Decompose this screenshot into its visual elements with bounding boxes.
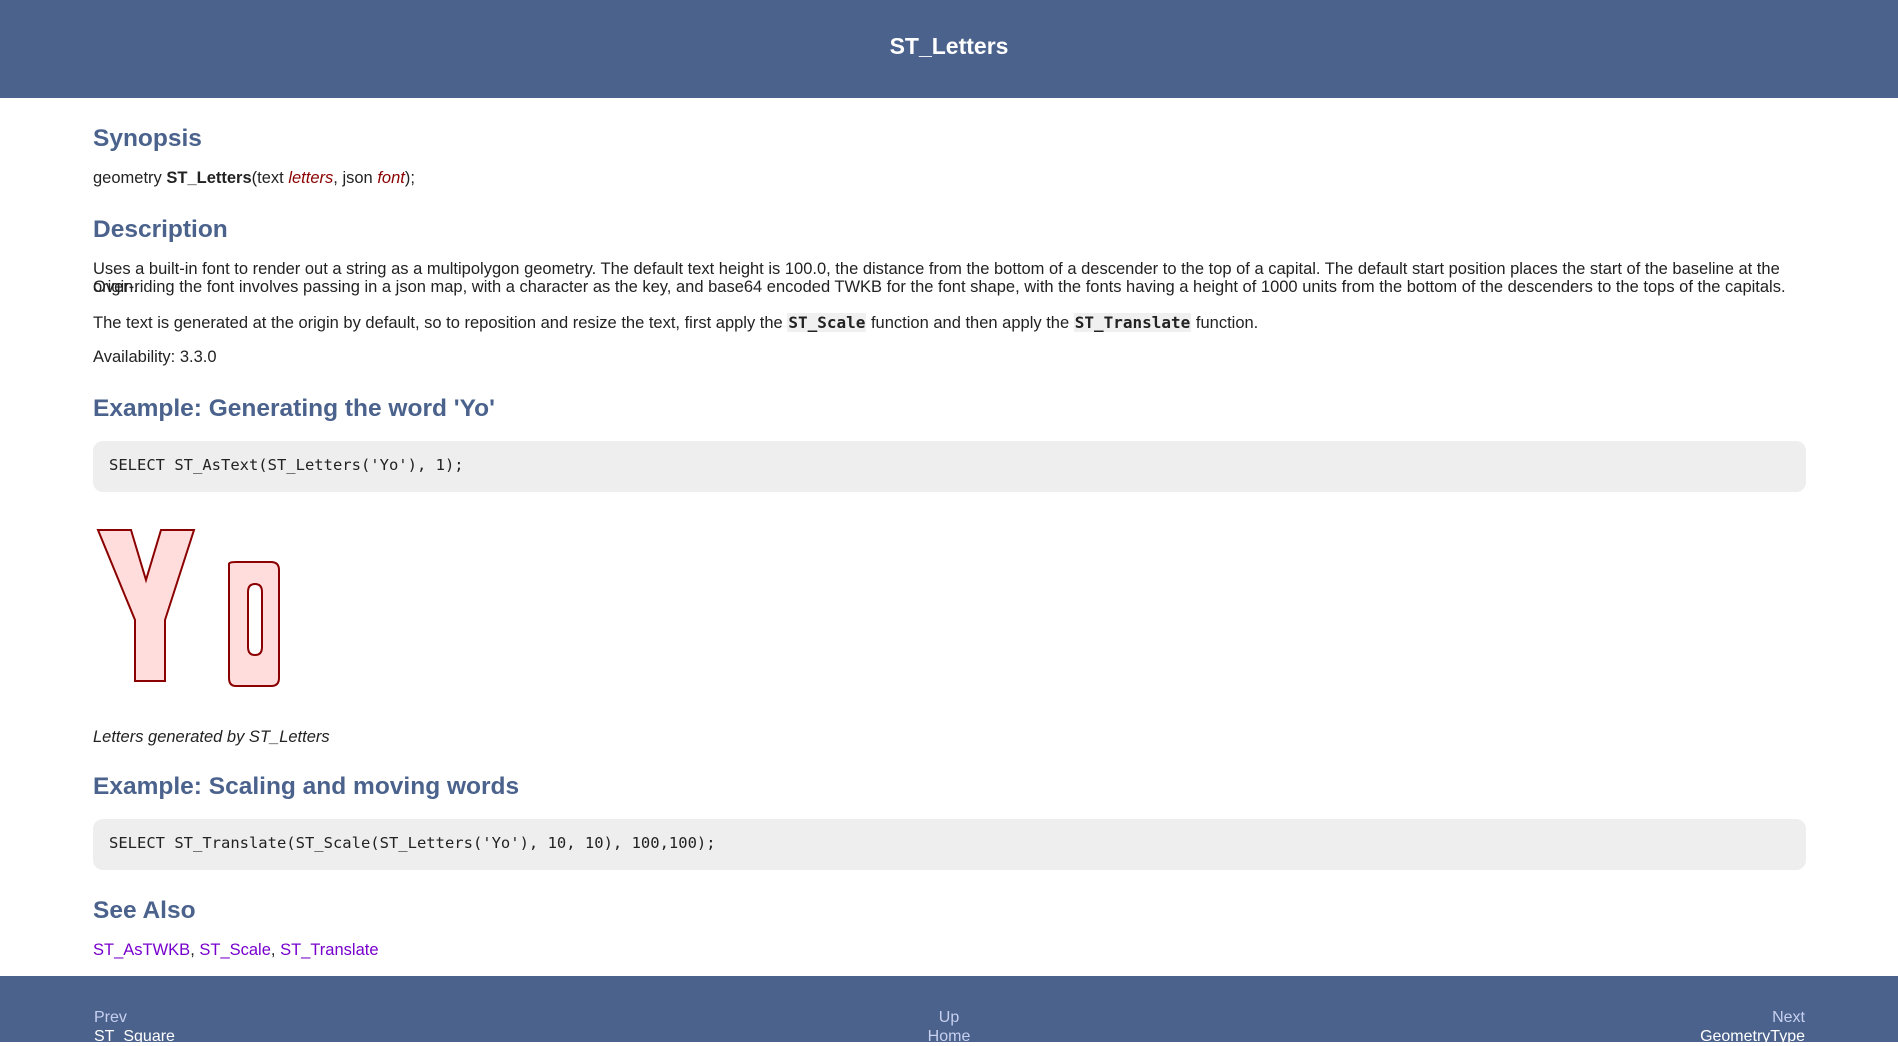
page-title: ST_Letters xyxy=(889,33,1009,59)
signature-open: (text xyxy=(251,169,289,187)
page-footer-nav: Prev ST_Square Up Home Next GeometryType xyxy=(0,976,1898,1045)
nav-up-label[interactable]: Up xyxy=(0,1008,1898,1027)
letter-o-shape xyxy=(228,561,280,687)
example2-heading: Example: Scaling and moving words xyxy=(93,773,520,800)
signature-close: ); xyxy=(404,169,415,187)
st-scale-inline-link[interactable]: ST_Scale xyxy=(787,313,867,332)
see-also-sep: , xyxy=(270,941,281,959)
letter-y-shape xyxy=(96,529,196,682)
example1-heading: Example: Generating the word 'Yo' xyxy=(93,395,495,422)
signature-sep: , json xyxy=(333,169,378,187)
description-heading: Description xyxy=(93,216,228,243)
function-name: ST_Letters xyxy=(166,169,252,187)
description-para1-line2: Over-riding the font involves passing in… xyxy=(93,278,1786,296)
synopsis-signature: geometry ST_Letters(text letters, json f… xyxy=(93,169,415,187)
see-also-link-st-astwkb[interactable]: ST_AsTWKB xyxy=(93,941,190,959)
page-header: ST_Letters xyxy=(0,0,1898,98)
see-also-sep: , xyxy=(190,941,200,959)
nav-next-target[interactable]: GeometryType xyxy=(1700,1027,1805,1046)
return-type: geometry xyxy=(93,169,162,187)
see-also-heading: See Also xyxy=(93,897,196,924)
example1-code-block[interactable]: SELECT ST_AsText(ST_Letters('Yo'), 1); xyxy=(93,441,1806,492)
see-also-link-st-scale[interactable]: ST_Scale xyxy=(199,941,271,959)
see-also-links: ST_AsTWKB, ST_Scale, ST_Translate xyxy=(93,941,379,959)
param-letters: letters xyxy=(288,169,334,187)
param-font: font xyxy=(377,169,405,187)
figure-caption: Letters generated by ST_Letters xyxy=(93,728,330,746)
nav-next[interactable]: Next GeometryType xyxy=(1700,1008,1805,1046)
para2-text-b: function and then apply the xyxy=(866,314,1074,332)
st-translate-inline-link[interactable]: ST_Translate xyxy=(1073,313,1192,332)
nav-up-home[interactable]: Up Home xyxy=(0,1008,1898,1046)
nav-next-label[interactable]: Next xyxy=(1700,1008,1805,1027)
para2-text-a: The text is generated at the origin by d… xyxy=(93,314,788,332)
nav-home-label[interactable]: Home xyxy=(0,1027,1898,1046)
yo-letters-figure xyxy=(93,528,293,703)
description-para2: The text is generated at the origin by d… xyxy=(93,313,1259,332)
para2-text-c: function. xyxy=(1191,314,1259,332)
synopsis-heading: Synopsis xyxy=(93,125,202,152)
see-also-link-st-translate[interactable]: ST_Translate xyxy=(280,941,378,959)
example2-code-block[interactable]: SELECT ST_Translate(ST_Scale(ST_Letters(… xyxy=(93,819,1806,870)
availability-text: Availability: 3.3.0 xyxy=(93,348,217,366)
yo-glyphs-svg xyxy=(96,529,280,687)
